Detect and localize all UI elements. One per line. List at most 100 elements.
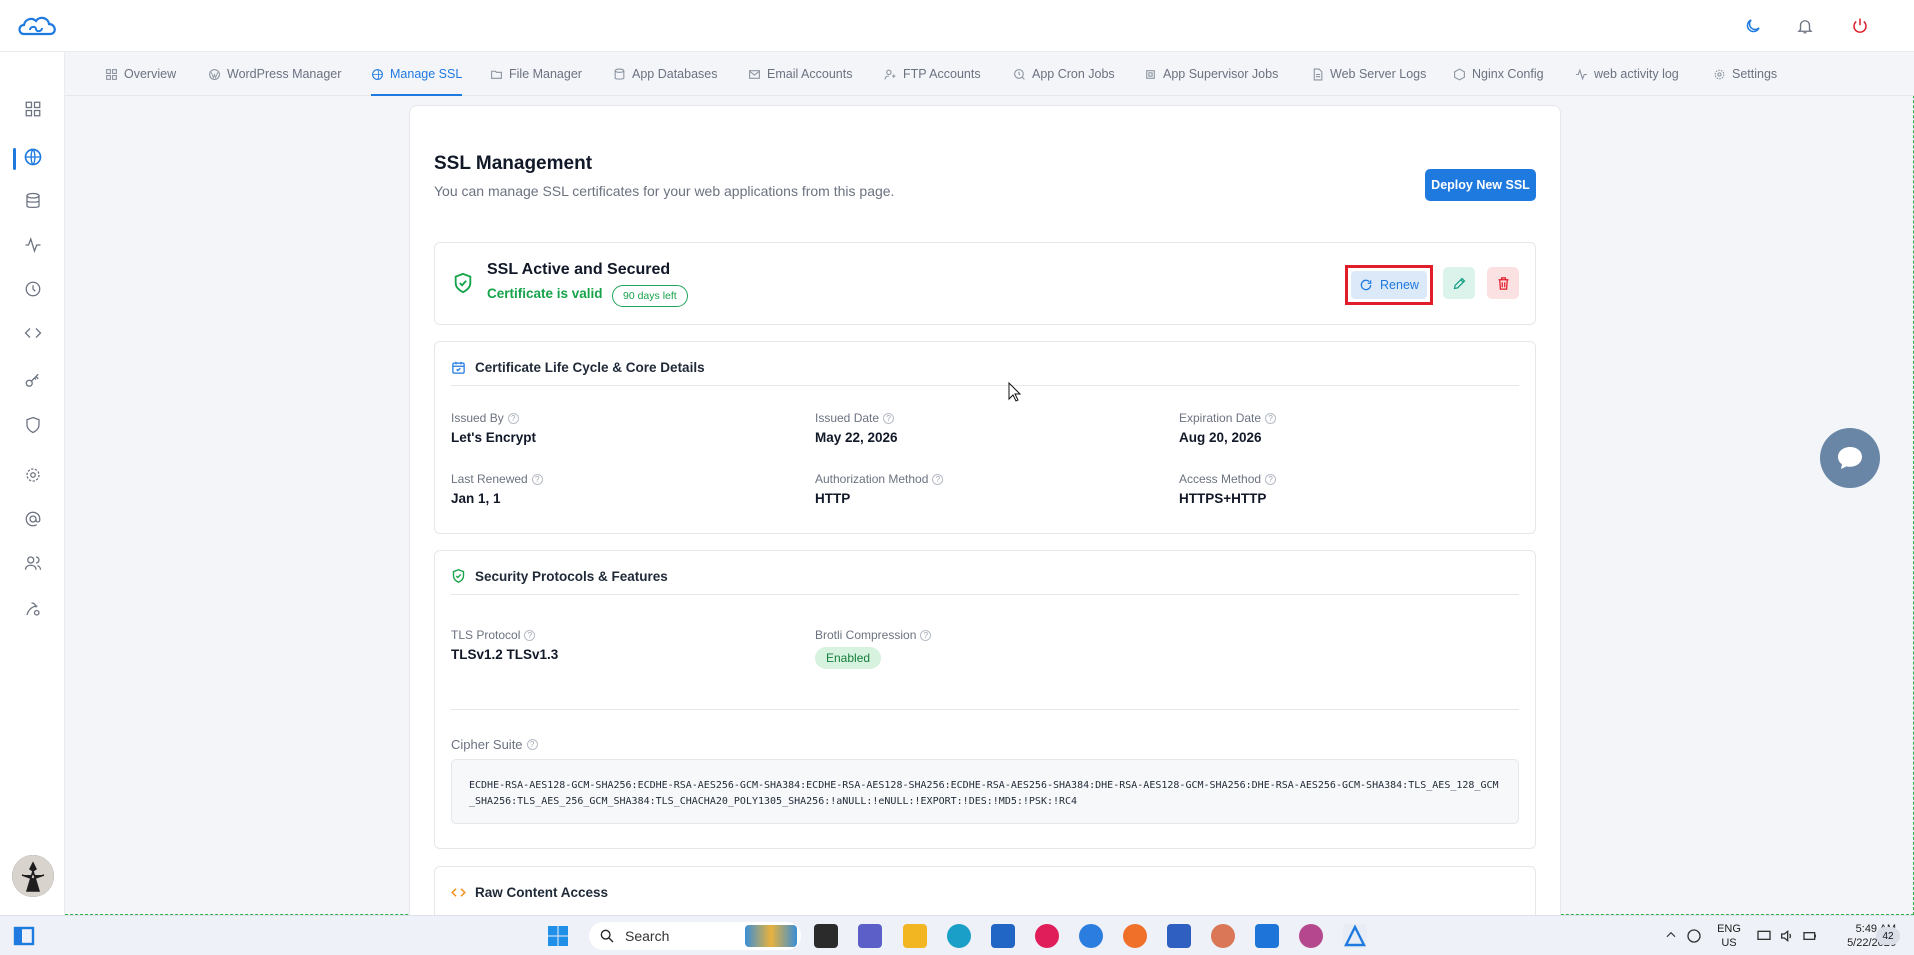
bell-icon[interactable]	[1793, 14, 1817, 38]
field-label: Authorization Method	[815, 472, 929, 486]
tab-nginx-config[interactable]: Nginx Config	[1453, 52, 1544, 96]
deploy-new-ssl-button[interactable]: Deploy New SSL	[1425, 169, 1536, 201]
tab-label: Nginx Config	[1472, 67, 1544, 81]
tab-app-supervisor-jobs[interactable]: App Supervisor Jobs	[1144, 52, 1278, 96]
teams-icon[interactable]	[858, 924, 882, 948]
help-icon[interactable]: ?	[524, 629, 536, 641]
delete-button[interactable]	[1487, 267, 1519, 299]
tab-ftp-accounts[interactable]: FTP Accounts	[884, 52, 981, 96]
help-icon[interactable]: ?	[507, 412, 519, 424]
tab-label: Overview	[124, 67, 177, 81]
notification-badge[interactable]: 42	[1876, 927, 1900, 945]
help-icon[interactable]: ?	[883, 412, 895, 424]
store-icon[interactable]	[991, 924, 1015, 948]
shield-check-icon	[452, 271, 474, 300]
divider	[451, 709, 1519, 710]
pencil-icon	[1453, 277, 1465, 289]
powershell-icon[interactable]	[1167, 924, 1191, 948]
clock-icon[interactable]	[20, 276, 46, 302]
activity-icon[interactable]	[20, 232, 46, 258]
chat-button[interactable]	[1820, 428, 1880, 488]
help-icon[interactable]: ?	[1265, 412, 1277, 424]
help-icon[interactable]: ?	[526, 739, 538, 750]
issued-by-value: Let's Encrypt	[451, 430, 536, 445]
cipher-suite-label: Cipher Suite?	[451, 737, 538, 752]
claude-icon[interactable]	[1211, 924, 1235, 948]
help-icon[interactable]: ?	[1265, 473, 1277, 485]
globe-lock-icon	[372, 68, 383, 80]
help-icon[interactable]: ?	[531, 473, 543, 485]
help-icon[interactable]: ?	[932, 473, 944, 485]
tab-label: Web Server Logs	[1330, 67, 1427, 81]
task-view-icon[interactable]	[814, 924, 838, 948]
edge-icon[interactable]	[947, 924, 971, 948]
tab-web-server-logs[interactable]: Web Server Logs	[1311, 52, 1426, 96]
power-icon[interactable]	[1848, 14, 1872, 38]
app-icon[interactable]	[1343, 924, 1367, 948]
slack-icon[interactable]	[1035, 924, 1059, 948]
display-icon[interactable]	[1756, 928, 1772, 949]
divider	[451, 594, 1519, 595]
widgets-icon[interactable]	[12, 924, 36, 948]
tab-app-cron-jobs[interactable]: App Cron Jobs	[1013, 52, 1115, 96]
globe-icon[interactable]	[20, 144, 46, 170]
start-icon[interactable]	[546, 924, 570, 948]
file-icon	[1313, 68, 1323, 80]
page-title: SSL Management	[434, 153, 593, 174]
tab-wordpress-manager[interactable]: WordPress Manager	[208, 52, 341, 96]
notepad-icon[interactable]	[1255, 924, 1279, 948]
issued-date-value: May 22, 2026	[815, 430, 898, 445]
battery-icon[interactable]	[1802, 928, 1818, 949]
moon-icon[interactable]	[1741, 14, 1765, 38]
app-icon[interactable]	[1079, 924, 1103, 948]
tab-file-manager[interactable]: File Manager	[490, 52, 582, 96]
expiration-date-label: Expiration Date?	[1179, 411, 1277, 425]
tab-email-accounts[interactable]: Email Accounts	[748, 52, 852, 96]
renew-button[interactable]: Renew	[1351, 271, 1427, 299]
tab-overview[interactable]: Overview	[105, 52, 176, 96]
app-icon[interactable]	[1299, 924, 1323, 948]
shield-icon[interactable]	[20, 412, 46, 438]
gear-icon	[1714, 69, 1725, 79]
user-gear-icon[interactable]	[20, 596, 46, 622]
file-explorer-icon[interactable]	[903, 924, 927, 948]
mouse-cursor	[1008, 381, 1022, 407]
tab-web-activity-log[interactable]: web activity log	[1575, 52, 1679, 96]
language-bottom: US	[1721, 937, 1737, 949]
help-icon[interactable]: ?	[920, 629, 932, 641]
tab-manage-ssl[interactable]: Manage SSL	[371, 52, 463, 96]
database-icon	[614, 68, 625, 80]
language-indicator[interactable]: ENG US	[1714, 922, 1744, 950]
network-icon[interactable]	[1686, 928, 1702, 949]
database-icon[interactable]	[20, 188, 46, 214]
edit-button[interactable]	[1443, 267, 1475, 299]
taskbar-search[interactable]: Search	[589, 922, 801, 950]
speaker-icon[interactable]	[1779, 928, 1795, 949]
key-icon[interactable]	[20, 368, 46, 394]
settings-icon[interactable]	[20, 462, 46, 488]
tab-settings[interactable]: Settings	[1713, 52, 1777, 96]
chevron-up-icon[interactable]	[1664, 928, 1678, 945]
avatar[interactable]	[12, 855, 54, 897]
refresh-icon	[1360, 279, 1372, 291]
tab-app-databases[interactable]: App Databases	[613, 52, 717, 96]
users-icon[interactable]	[20, 550, 46, 576]
firefox-icon[interactable]	[1123, 924, 1147, 948]
clock-search-icon	[1014, 68, 1025, 80]
folder-icon	[491, 70, 502, 79]
cipher-suite-value[interactable]: ECDHE-RSA-AES128-GCM-SHA256:ECDHE-RSA-AE…	[451, 759, 1519, 824]
tab-label: Settings	[1732, 67, 1778, 81]
chat-bubble-icon	[1838, 447, 1862, 469]
at-icon[interactable]	[20, 506, 46, 532]
calendar-icon	[451, 360, 466, 380]
mail-icon	[749, 69, 760, 79]
code-icon	[451, 885, 466, 905]
code-icon[interactable]	[20, 320, 46, 346]
cloud-logo[interactable]	[16, 12, 60, 40]
issued-by-label: Issued By?	[451, 411, 519, 425]
issued-date-label: Issued Date?	[815, 411, 895, 425]
dashboard-icon[interactable]	[20, 96, 46, 122]
tab-label: web activity log	[1594, 67, 1679, 81]
field-label: Access Method	[1179, 472, 1262, 486]
user-key-icon	[884, 69, 896, 79]
